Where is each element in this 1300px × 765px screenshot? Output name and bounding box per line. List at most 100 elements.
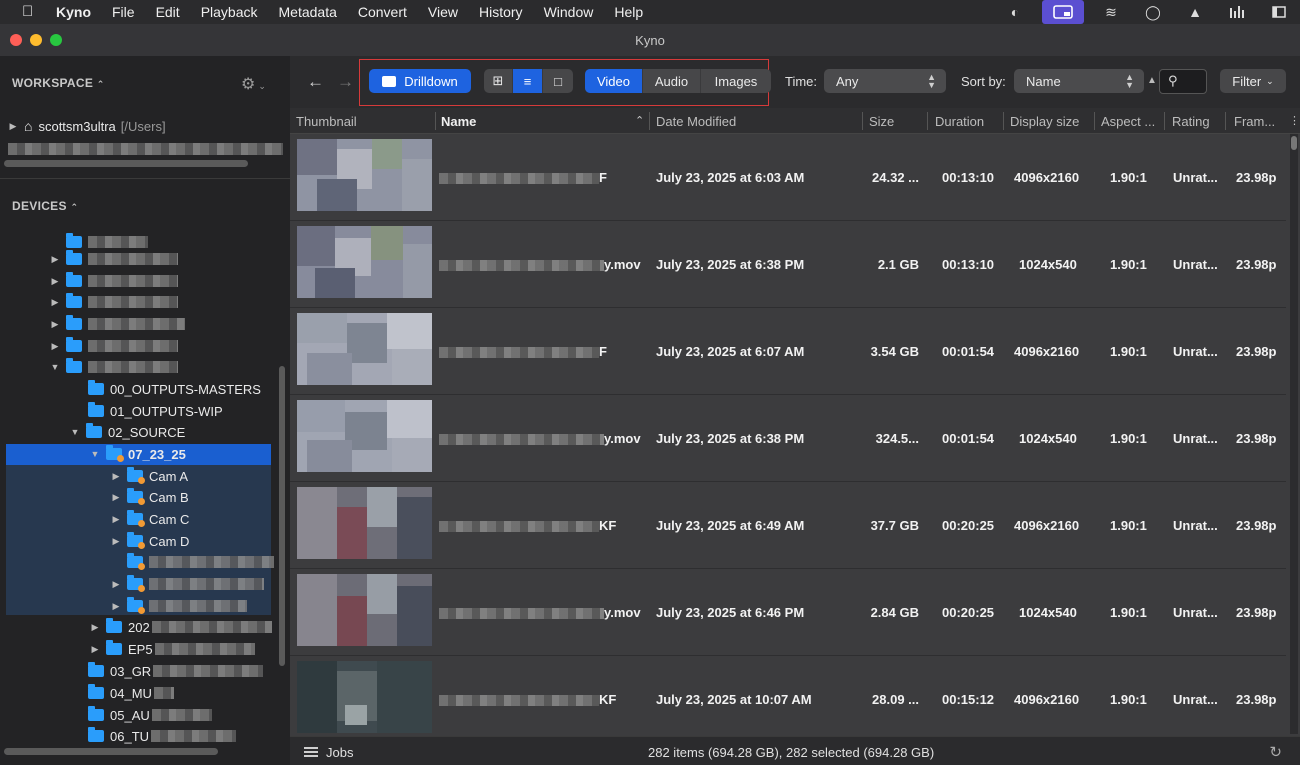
- jobs-button[interactable]: Jobs: [304, 745, 353, 760]
- folder-item[interactable]: ▶: [111, 574, 264, 594]
- folder-item[interactable]: ▶: [50, 271, 178, 291]
- sort-direction-icon[interactable]: ▲: [1147, 75, 1157, 86]
- tab-images[interactable]: Images: [701, 69, 771, 93]
- tab-video[interactable]: Video: [585, 69, 643, 93]
- folder-06[interactable]: 06_TU: [88, 726, 237, 746]
- column-divider[interactable]: [1164, 112, 1165, 130]
- zoom-window-button[interactable]: [50, 34, 62, 46]
- table-row[interactable]: KF July 23, 2025 at 6:49 AM 37.7 GB 00:2…: [290, 482, 1286, 569]
- chevron-right-icon[interactable]: ▶: [50, 319, 60, 330]
- control-center-icon[interactable]: ≋: [1101, 4, 1121, 20]
- chevron-down-icon[interactable]: ▼: [90, 449, 100, 459]
- grid-view-icon[interactable]: ⊞: [484, 69, 513, 93]
- folder-outputs-masters[interactable]: 00_OUTPUTS-MASTERS: [88, 379, 261, 399]
- col-duration[interactable]: Duration: [935, 114, 984, 129]
- column-divider[interactable]: [927, 112, 928, 130]
- chevron-down-icon[interactable]: ▼: [50, 362, 60, 372]
- chevron-right-icon[interactable]: ▶: [111, 492, 121, 503]
- col-frame-rate[interactable]: Fram...: [1234, 114, 1275, 129]
- menu-file[interactable]: File: [112, 4, 135, 20]
- menu-history[interactable]: History: [479, 4, 523, 20]
- chevron-right-icon[interactable]: ▶: [111, 514, 121, 525]
- chevron-right-icon[interactable]: ▶: [50, 254, 60, 265]
- column-divider[interactable]: [1003, 112, 1004, 130]
- col-size[interactable]: Size: [869, 114, 894, 129]
- folder-item[interactable]: ▶: [50, 336, 178, 356]
- table-row[interactable]: y.mov July 23, 2025 at 6:46 PM 2.84 GB 0…: [290, 569, 1286, 656]
- table-row[interactable]: F July 23, 2025 at 6:07 AM 3.54 GB 00:01…: [290, 308, 1286, 395]
- screen-share-icon[interactable]: [1042, 0, 1084, 24]
- audio-levels-icon[interactable]: [1227, 4, 1247, 20]
- moon-icon[interactable]: ◐: [1005, 4, 1025, 20]
- sort-select[interactable]: Name ▲ ▼: [1014, 69, 1144, 93]
- forward-arrow-icon[interactable]: →: [337, 72, 354, 92]
- folder-202[interactable]: ▶ 202: [90, 617, 272, 637]
- folder-cam-d[interactable]: ▶ Cam D: [111, 531, 189, 551]
- table-row[interactable]: y.mov July 23, 2025 at 6:38 PM 2.1 GB 00…: [290, 221, 1286, 308]
- col-date-modified[interactable]: Date Modified: [656, 114, 736, 129]
- devices-header[interactable]: DEVICES ⌃: [12, 199, 78, 213]
- folder-item[interactable]: ▶: [50, 249, 178, 269]
- table-row[interactable]: y.mov July 23, 2025 at 6:38 PM 324.5... …: [290, 395, 1286, 482]
- chevron-right-icon[interactable]: ▶: [90, 622, 100, 633]
- column-divider[interactable]: [1225, 112, 1226, 130]
- column-divider[interactable]: [1094, 112, 1095, 130]
- col-thumbnail[interactable]: Thumbnail: [296, 114, 357, 129]
- workspace-header[interactable]: WORKSPACE ⌃: [12, 76, 105, 90]
- table-row[interactable]: F July 23, 2025 at 6:03 AM 24.32 ... 00:…: [290, 134, 1286, 221]
- col-aspect[interactable]: Aspect ...: [1101, 114, 1155, 129]
- time-select[interactable]: Any ▲ ▼: [824, 69, 946, 93]
- folder-ep[interactable]: ▶ EP5: [90, 639, 255, 659]
- creative-cloud-icon[interactable]: ◯: [1143, 4, 1163, 20]
- chevron-right-icon[interactable]: ▶: [111, 471, 121, 482]
- tab-audio[interactable]: Audio: [643, 69, 701, 93]
- chevron-right-icon[interactable]: ▶: [111, 536, 121, 547]
- folder-05[interactable]: 05_AU: [88, 705, 212, 725]
- folder-source[interactable]: ▼ 02_SOURCE: [70, 422, 185, 442]
- table-scroll-thumb[interactable]: [1291, 136, 1297, 150]
- chevron-down-icon[interactable]: ▼: [70, 427, 80, 437]
- table-vertical-scrollbar[interactable]: [1290, 134, 1298, 734]
- menu-playback[interactable]: Playback: [201, 4, 258, 20]
- chevron-right-icon[interactable]: ▶: [90, 644, 100, 655]
- chevron-right-icon[interactable]: ▶: [50, 297, 60, 308]
- menu-metadata[interactable]: Metadata: [279, 4, 337, 20]
- column-divider[interactable]: [862, 112, 863, 130]
- col-rating[interactable]: Rating: [1172, 114, 1210, 129]
- chevron-right-icon[interactable]: ▶: [111, 579, 121, 590]
- menu-edit[interactable]: Edit: [156, 4, 180, 20]
- menu-view[interactable]: View: [428, 4, 458, 20]
- menu-app[interactable]: Kyno: [56, 4, 91, 20]
- chevron-right-icon[interactable]: ▶: [8, 121, 18, 132]
- search-input[interactable]: ⚲: [1159, 69, 1207, 94]
- column-divider[interactable]: [435, 112, 436, 130]
- workspace-home-item[interactable]: ▶ ⌂ scottsm3ultra [/Users]: [8, 116, 166, 136]
- close-window-button[interactable]: [10, 34, 22, 46]
- folder-03[interactable]: 03_GR: [88, 661, 264, 681]
- menu-convert[interactable]: Convert: [358, 4, 407, 20]
- gear-icon[interactable]: ⚙ ⌄: [241, 74, 266, 94]
- more-columns-icon[interactable]: ⋮: [1289, 114, 1300, 127]
- menu-help[interactable]: Help: [614, 4, 643, 20]
- drive-icon[interactable]: ▲: [1185, 4, 1205, 20]
- folder-date[interactable]: ▼ 07_23_25: [90, 444, 186, 464]
- folder-item[interactable]: [127, 552, 274, 572]
- menu-window[interactable]: Window: [544, 4, 594, 20]
- col-display-size[interactable]: Display size: [1010, 114, 1079, 129]
- back-arrow-icon[interactable]: ←: [307, 72, 324, 92]
- devices-horizontal-scrollbar[interactable]: [4, 748, 218, 755]
- table-row[interactable]: KF July 23, 2025 at 10:07 AM 28.09 ... 0…: [290, 656, 1286, 736]
- chevron-right-icon[interactable]: ▶: [50, 341, 60, 352]
- col-name[interactable]: Name: [441, 114, 476, 129]
- chevron-right-icon[interactable]: ▶: [50, 276, 60, 287]
- drilldown-button[interactable]: Drilldown: [369, 69, 471, 93]
- folder-cam-b[interactable]: ▶ Cam B: [111, 487, 189, 507]
- folder-cam-a[interactable]: ▶ Cam A: [111, 466, 188, 486]
- filter-button[interactable]: Filter ⌄: [1220, 69, 1286, 93]
- window-icon[interactable]: [1269, 4, 1289, 20]
- folder-item[interactable]: ▶: [111, 596, 247, 616]
- workspace-horizontal-scrollbar[interactable]: [4, 160, 248, 167]
- single-view-icon[interactable]: □: [543, 69, 573, 93]
- list-view-icon[interactable]: ≡: [513, 69, 543, 93]
- refresh-icon[interactable]: ↻: [1269, 743, 1282, 761]
